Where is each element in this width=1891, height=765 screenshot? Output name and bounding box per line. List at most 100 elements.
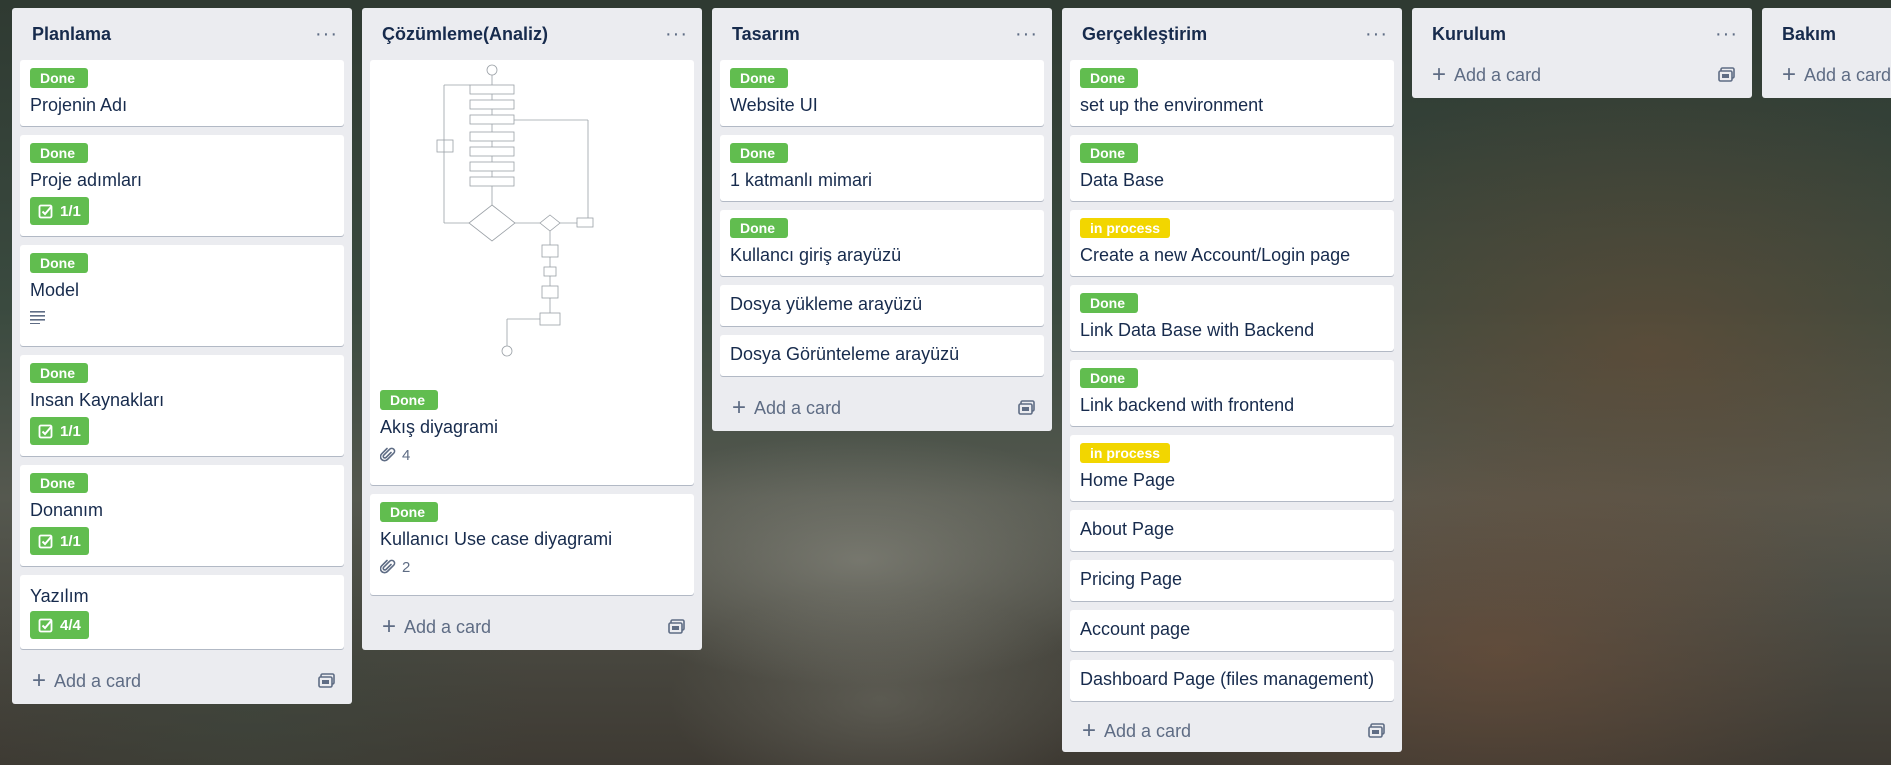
add-card-button[interactable]: + Add a card [720, 385, 1044, 431]
card-title: Link Data Base with Backend [1080, 320, 1315, 340]
list-header: Planlama ··· [20, 8, 344, 60]
menu-dots-icon[interactable]: ··· [1715, 24, 1738, 44]
plus-icon: + [1782, 61, 1797, 88]
add-card-button[interactable]: + Add a card [1070, 710, 1394, 752]
card-title: Create a new Account/Login page [1080, 245, 1351, 265]
card[interactable]: About Page [1070, 510, 1394, 551]
card-title: Home Page [1080, 470, 1176, 490]
card[interactable]: Done Data Base [1070, 135, 1394, 201]
list-header: Tasarım ··· [720, 8, 1044, 60]
checklist-badge: 1/1 [30, 527, 89, 555]
list-header: Çözümleme(Analiz) ··· [370, 8, 694, 60]
card[interactable]: in process Home Page [1070, 435, 1394, 501]
card[interactable]: Done set up the environment [1070, 60, 1394, 126]
list-title[interactable]: Çözümleme(Analiz) [382, 24, 548, 45]
template-icon[interactable] [1368, 723, 1386, 739]
checklist-icon [38, 618, 53, 633]
card[interactable]: Done Model [20, 245, 344, 346]
label-in-process: in process [1080, 443, 1171, 463]
card[interactable]: Dosya Görünteleme arayüzü [720, 335, 1044, 376]
menu-dots-icon[interactable]: ··· [315, 24, 338, 44]
card-badges [30, 307, 334, 327]
label-done: Done [1080, 293, 1138, 313]
label-done: Done [1080, 368, 1138, 388]
checklist-count: 1/1 [60, 202, 81, 220]
card[interactable]: Yazılım 4/4 [20, 575, 344, 649]
card-badges: 4/4 [30, 611, 334, 639]
card-cover-flowchart [370, 60, 694, 382]
card[interactable]: Done Donanım 1/1 [20, 465, 344, 566]
card[interactable]: Done Proje adımları 1/1 [20, 135, 344, 236]
card-title: Kullanıcı Use case diyagrami [380, 529, 613, 549]
list-title[interactable]: Tasarım [732, 24, 800, 45]
add-card-label: Add a card [1454, 64, 1542, 85]
list-header: Gerçekleştirim ··· [1070, 8, 1394, 60]
label-done: Done [30, 253, 88, 273]
add-card-button[interactable]: + Add a card [20, 658, 344, 704]
menu-dots-icon[interactable]: ··· [1015, 24, 1038, 44]
list-kurulum: Kurulum ··· + Add a card [1412, 8, 1752, 98]
template-icon[interactable] [1018, 400, 1036, 416]
plus-icon: + [1432, 61, 1447, 88]
card[interactable]: Done Link Data Base with Backend [1070, 285, 1394, 351]
list-title[interactable]: Gerçekleştirim [1082, 24, 1207, 45]
list-title[interactable]: Bakım [1782, 24, 1836, 45]
card-badges: 2 [380, 556, 684, 578]
menu-dots-icon[interactable]: ··· [665, 24, 688, 44]
checklist-count: 1/1 [60, 422, 81, 440]
flowchart-thumbnail [436, 64, 594, 357]
add-card-label: Add a card [54, 670, 142, 691]
checklist-badge: 4/4 [30, 611, 89, 639]
list-title[interactable]: Kurulum [1432, 24, 1506, 45]
card-badges: 1/1 [30, 417, 334, 445]
card-title: About Page [1080, 519, 1175, 539]
add-card-button[interactable]: + Add a card [1770, 52, 1891, 98]
label-done: Done [730, 143, 788, 163]
card-title: set up the environment [1080, 95, 1264, 115]
card[interactable]: Dashboard Page (files management) [1070, 660, 1394, 701]
attachment-icon [380, 559, 396, 574]
label-done: Done [1080, 143, 1138, 163]
card[interactable]: Done Insan Kaynakları 1/1 [20, 355, 344, 456]
card[interactable]: Done Kullanıcı Use case diyagrami 2 [370, 494, 694, 595]
list-title[interactable]: Planlama [32, 24, 111, 45]
card[interactable]: Done Projenin Adı [20, 60, 344, 126]
card[interactable]: Done 1 katmanlı mimari [720, 135, 1044, 201]
card[interactable]: Account page [1070, 610, 1394, 651]
card[interactable]: Done Akış diyagrami 4 [370, 60, 694, 485]
card-title: Dashboard Page (files management) [1080, 669, 1375, 689]
attachment-count: 4 [402, 446, 411, 464]
label-in-process: in process [1080, 218, 1171, 238]
template-icon[interactable] [318, 673, 336, 689]
add-card-label: Add a card [1804, 64, 1891, 85]
list-planlama: Planlama ··· Done Projenin Adı Done Proj… [12, 8, 352, 704]
card-title: Model [30, 280, 80, 300]
card-title: Yazılım [30, 586, 89, 606]
plus-icon: + [32, 667, 47, 694]
card[interactable]: Done Link backend with frontend [1070, 360, 1394, 426]
card[interactable]: Pricing Page [1070, 560, 1394, 601]
list-bakim: Bakım + Add a card [1762, 8, 1891, 98]
menu-dots-icon[interactable]: ··· [1365, 24, 1388, 44]
label-done: Done [380, 502, 438, 522]
attachment-count: 2 [402, 558, 411, 576]
card-badges: 1/1 [30, 527, 334, 555]
add-card-button[interactable]: + Add a card [1420, 52, 1744, 98]
card-title: Website UI [730, 95, 818, 115]
plus-icon: + [732, 394, 747, 421]
list-gerceklestirim: Gerçekleştirim ··· Done set up the envir… [1062, 8, 1402, 752]
card[interactable]: Done Kullancı giriş arayüzü [720, 210, 1044, 276]
label-done: Done [730, 218, 788, 238]
card[interactable]: Done Website UI [720, 60, 1044, 126]
card[interactable]: Dosya yükleme arayüzü [720, 285, 1044, 326]
add-card-button[interactable]: + Add a card [370, 604, 694, 650]
card[interactable]: in process Create a new Account/Login pa… [1070, 210, 1394, 276]
card-title: Donanım [30, 500, 104, 520]
plus-icon: + [1082, 717, 1097, 744]
template-icon[interactable] [1718, 67, 1736, 83]
attachment-badge: 2 [380, 556, 410, 578]
card-title: Dosya Görünteleme arayüzü [730, 344, 960, 364]
description-icon [30, 307, 46, 327]
attachment-icon [380, 447, 396, 462]
template-icon[interactable] [668, 619, 686, 635]
